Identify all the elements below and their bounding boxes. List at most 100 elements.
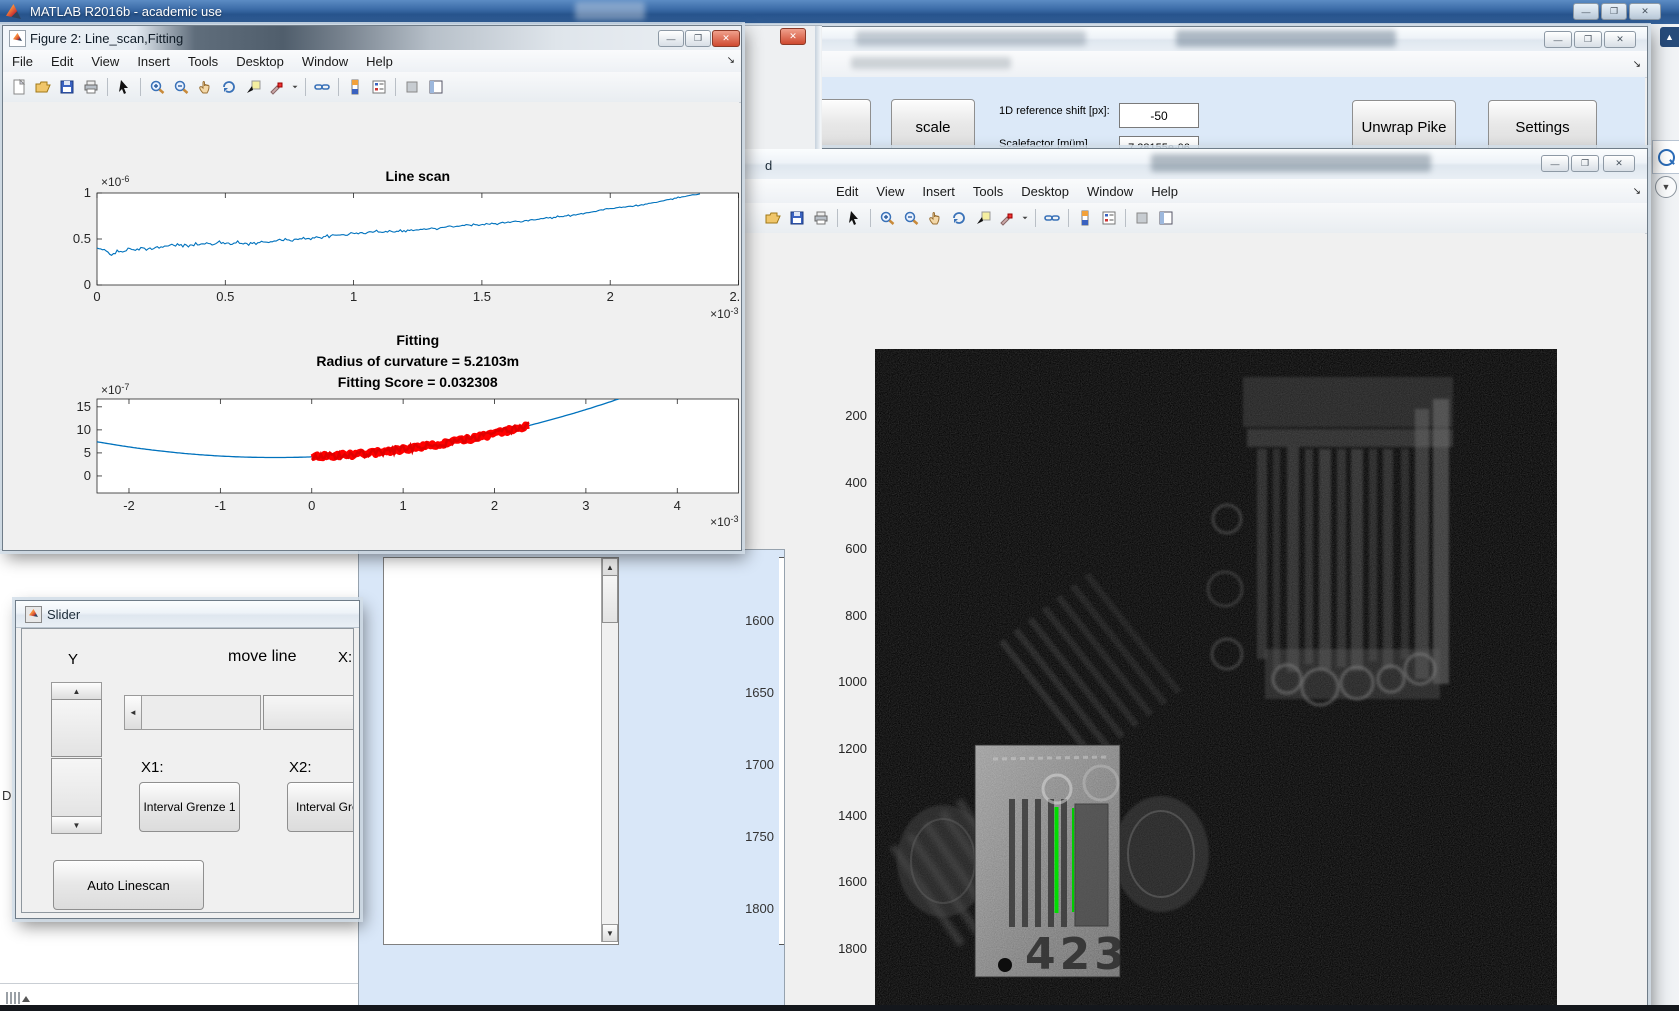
save-icon[interactable] [56,76,78,98]
x-slider-left-button[interactable]: ◄ [124,695,142,730]
scale-window-minimize-button[interactable]: — [1544,31,1572,48]
menu-item-desktop[interactable]: Desktop [227,51,293,72]
x-slider-track[interactable] [141,695,261,730]
plottools-dock-icon[interactable] [425,76,447,98]
legend-icon[interactable] [1098,207,1120,229]
interval-grenze-2-button[interactable]: Interval Gren [287,782,353,832]
link-icon[interactable] [311,76,333,98]
listbox-window: ▲ ▼ 1600 1650 1700 1750 1800 [358,549,785,1011]
cursor-icon[interactable] [113,76,135,98]
scrollbar-thumb[interactable] [602,575,618,623]
menu-item-file[interactable]: File [3,51,42,72]
pan-icon[interactable] [194,76,216,98]
menu-item-insert[interactable]: Insert [913,181,964,202]
print-icon[interactable] [80,76,102,98]
figure2-restore-button[interactable]: ❐ [685,30,711,47]
listbox-scrollbar[interactable]: ▲ ▼ [601,558,618,942]
menu-item-window[interactable]: Window [293,51,357,72]
menu-overflow-icon[interactable]: ↘ [727,55,735,66]
plottools-off-icon[interactable] [1131,207,1153,229]
linescan-fitting-plots[interactable]: Line scan ×10-6 0 0.5 1 1.5 2 2.5 0 0.5 1 ×10-3 Fitt… [3,102,748,548]
y-slider-block-upper[interactable] [51,699,102,757]
menu-item-tools[interactable]: Tools [964,181,1012,202]
auto-linescan-button[interactable]: Auto Linescan [53,860,204,910]
x-slider[interactable]: ◄ [124,695,353,730]
scale-window-close-button[interactable]: ✕ [1604,31,1636,48]
menu-item-window[interactable]: Window [1078,181,1142,202]
menu-item-edit[interactable]: Edit [42,51,82,72]
zoom-out-icon[interactable] [170,76,192,98]
slider-titlebar[interactable]: Slider [16,601,359,628]
legend-icon[interactable] [368,76,390,98]
unwrap-pike-button[interactable]: Unwrap Pike [1352,100,1456,151]
image-figure-minimize-button[interactable]: — [1541,155,1569,172]
speckle-image-axes[interactable]: 423 [875,349,1557,1011]
plottools-dock-icon[interactable] [1155,207,1177,229]
matlab-close-button[interactable]: ✕ [1629,3,1661,20]
ref-shift-label: 1D reference shift [px]: [999,105,1110,117]
menu-overflow-icon[interactable]: ↘ [1633,186,1641,197]
dropdown-circle-button[interactable]: ▼ [1655,176,1677,198]
panel-pin-button[interactable]: ▲ [1660,27,1679,47]
menu-item-help[interactable]: Help [1142,181,1187,202]
plottools-off-icon[interactable] [401,76,423,98]
matlab-titlebar[interactable]: MATLAB R2016b - academic use — ❐ ✕ [0,0,1679,24]
scale-button[interactable]: scale [891,99,975,151]
brush-icon[interactable] [996,207,1018,229]
data-cursor-icon[interactable] [242,76,264,98]
image-figure-close-button[interactable]: ✕ [1603,155,1635,172]
menu-item-edit[interactable]: Edit [827,181,867,202]
zoom-out-icon[interactable] [900,207,922,229]
pan-icon[interactable] [924,207,946,229]
menu-item-tools[interactable]: Tools [179,51,227,72]
ref-shift-field[interactable]: -50 [1119,103,1199,128]
y-slider-block-lower[interactable] [51,758,102,820]
data-cursor-icon[interactable] [972,207,994,229]
interval-grenze-1-button[interactable]: Interval Grenze 1 [139,782,240,832]
menu-item-view[interactable]: View [82,51,128,72]
scale-settings-titlebar[interactable]: — ❐ ✕ [746,27,1647,52]
menu-item-help[interactable]: Help [357,51,402,72]
listbox[interactable]: ▲ ▼ [383,557,619,945]
search-button[interactable] [1652,140,1679,174]
print-icon[interactable] [810,207,832,229]
svg-text:×10-3: ×10-3 [710,514,738,529]
colorbar-icon[interactable] [1074,207,1096,229]
matlab-minimize-button[interactable]: — [1573,3,1599,20]
colorbar-icon[interactable] [344,76,366,98]
image-figure-titlebar[interactable]: d — ❐ ✕ [741,149,1647,180]
scrollbar-up-button[interactable]: ▲ [602,558,618,576]
scale-window-restore-button[interactable]: ❐ [1574,31,1602,48]
toolbar-separator [140,78,141,96]
y-slider-down-button[interactable]: ▼ [51,816,102,834]
figure2-minimize-button[interactable]: — [658,30,684,47]
scrollbar-down-button[interactable]: ▼ [602,924,618,942]
caret-icon[interactable] [290,76,300,98]
settings-button[interactable]: Settings [1488,100,1597,151]
rotate-icon[interactable] [948,207,970,229]
save-icon[interactable] [786,207,808,229]
menu-item-view[interactable]: View [867,181,913,202]
taskbar-strip[interactable] [0,1005,1679,1011]
zoom-in-icon[interactable] [876,207,898,229]
figure2-close-button[interactable]: ✕ [712,30,740,47]
brush-icon[interactable] [266,76,288,98]
new-icon[interactable] [8,76,30,98]
y-slider-up-button[interactable]: ▲ [51,682,102,700]
y-slider[interactable]: ▲ ▼ [51,682,102,834]
menu-overflow-icon[interactable]: ↘ [1633,59,1641,70]
menu-item-desktop[interactable]: Desktop [1012,181,1078,202]
image-figure-restore-button[interactable]: ❐ [1571,155,1599,172]
caret-icon[interactable] [1020,207,1030,229]
x-slider-thumb[interactable] [263,695,353,730]
rotate-icon[interactable] [218,76,240,98]
link-icon[interactable] [1041,207,1063,229]
hidden-window-close-button[interactable]: ✕ [780,28,806,45]
zoom-in-icon[interactable] [146,76,168,98]
open-icon[interactable] [762,207,784,229]
figure2-titlebar[interactable]: Figure 2: Line_scan,Fitting — ❐ ✕ [3,26,741,51]
cursor-icon[interactable] [843,207,865,229]
open-icon[interactable] [32,76,54,98]
menu-item-insert[interactable]: Insert [128,51,179,72]
matlab-restore-button[interactable]: ❐ [1601,3,1627,20]
